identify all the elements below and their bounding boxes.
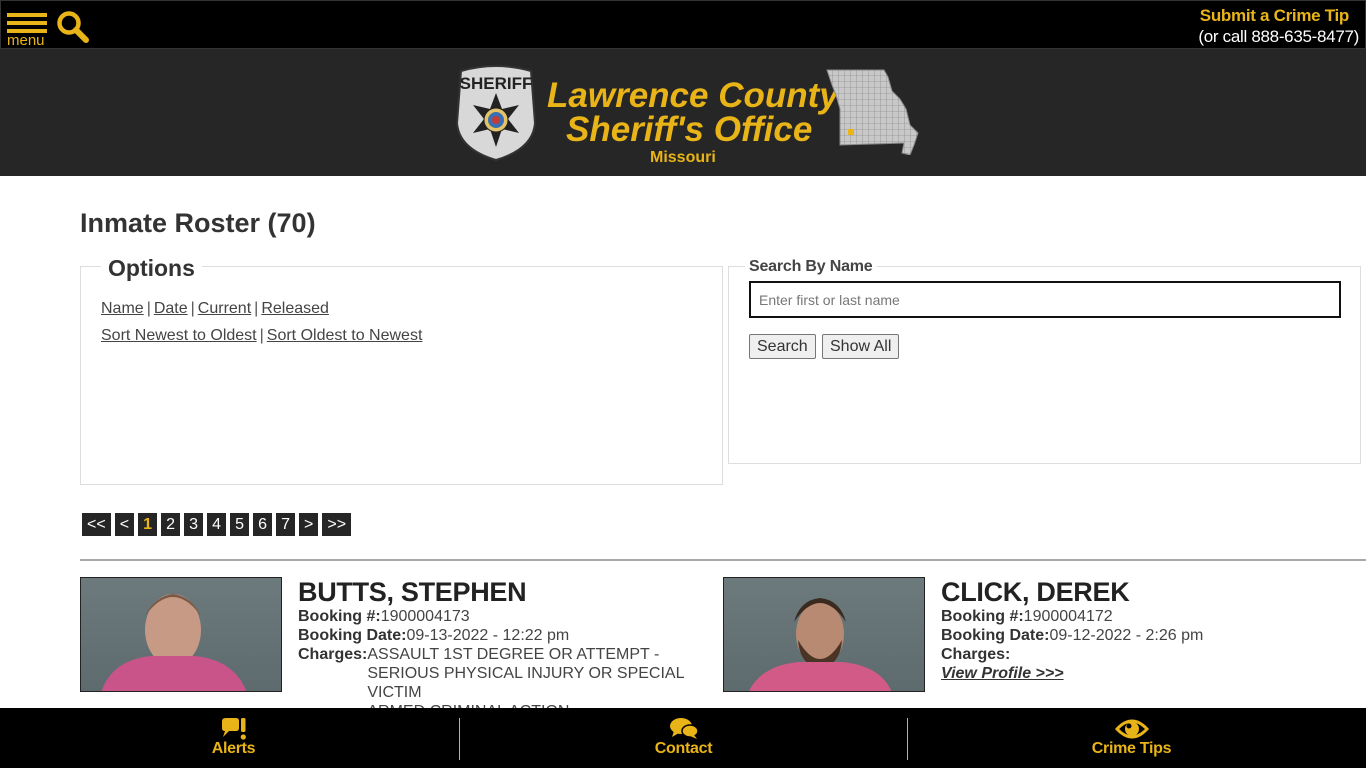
booking-date-label: Booking Date: bbox=[941, 627, 1050, 644]
filter-current-link[interactable]: Current bbox=[198, 300, 251, 317]
filter-date-link[interactable]: Date bbox=[154, 300, 188, 317]
menu-label: menu bbox=[7, 32, 45, 49]
inmate-photo[interactable] bbox=[80, 577, 282, 692]
nav-alerts[interactable]: Alerts bbox=[6, 708, 461, 768]
separator: | bbox=[190, 300, 195, 317]
site-banner: SHERIFF Lawrence County Sheriff's Office… bbox=[0, 49, 1366, 176]
charges-row: Charges: bbox=[941, 645, 1361, 664]
nav-crime-tips[interactable]: Crime Tips bbox=[904, 708, 1359, 768]
booking-date-row: Booking Date: 09-12-2022 - 2:26 pm bbox=[941, 626, 1361, 645]
top-bar: menu Submit a Crime Tip (or call 888-635… bbox=[0, 0, 1366, 49]
menu-button[interactable]: menu bbox=[7, 11, 49, 49]
missouri-map-icon bbox=[826, 69, 919, 155]
alert-bubble-icon bbox=[222, 718, 246, 740]
booking-number: 1900004172 bbox=[1023, 608, 1113, 625]
page-5-button[interactable]: 5 bbox=[230, 513, 250, 536]
booking-number-row: Booking #: 1900004172 bbox=[941, 607, 1361, 626]
site-state: Missouri bbox=[650, 149, 716, 166]
page-1-button[interactable]: 1 bbox=[138, 513, 158, 536]
search-button[interactable] bbox=[56, 10, 90, 44]
inmate-photo[interactable] bbox=[723, 577, 925, 692]
tip-phone: (or call 888-635-8477) bbox=[1198, 27, 1359, 46]
chat-bubbles-icon bbox=[670, 718, 699, 739]
site-title-line1: Lawrence County bbox=[547, 76, 839, 115]
hamburger-icon bbox=[7, 13, 47, 17]
booking-date-row: Booking Date: 09-13-2022 - 12:22 pm bbox=[298, 626, 718, 645]
separator: | bbox=[254, 300, 259, 317]
sort-newest-link[interactable]: Sort Newest to Oldest bbox=[101, 327, 257, 344]
prev-page-button[interactable]: < bbox=[114, 513, 135, 536]
hamburger-icon-bar bbox=[7, 21, 47, 25]
eye-icon bbox=[1115, 719, 1149, 739]
filter-released-link[interactable]: Released bbox=[261, 300, 329, 317]
first-page-button[interactable]: << bbox=[82, 513, 111, 536]
page-3-button[interactable]: 3 bbox=[184, 513, 204, 536]
charges-label: Charges: bbox=[941, 646, 1011, 663]
booking-number-label: Booking #: bbox=[298, 608, 381, 625]
sheriff-badge-logo[interactable]: SHERIFF bbox=[455, 63, 537, 161]
options-legend: Options bbox=[101, 255, 202, 282]
booking-date: 09-13-2022 - 12:22 pm bbox=[406, 627, 570, 644]
bottom-nav: Alerts Contact Crime Tips bbox=[0, 708, 1366, 768]
booking-date-label: Booking Date: bbox=[298, 627, 407, 644]
page-2-button[interactable]: 2 bbox=[161, 513, 181, 536]
booking-number-label: Booking #: bbox=[941, 608, 1024, 625]
next-page-button[interactable]: > bbox=[299, 513, 319, 536]
sort-oldest-link[interactable]: Sort Oldest to Newest bbox=[267, 327, 423, 344]
mugshot-image bbox=[101, 594, 247, 691]
search-panel: Search By Name Search Show All bbox=[728, 258, 1361, 464]
nav-contact[interactable]: Contact bbox=[456, 708, 911, 768]
show-all-button[interactable]: Show All bbox=[822, 334, 900, 359]
crime-tip-link[interactable]: Submit a Crime Tip (or call 888-635-8477… bbox=[1198, 6, 1359, 48]
options-panel: Options Name | Date | Current | Released Sort … bbox=[80, 255, 723, 485]
name-search-input[interactable] bbox=[749, 281, 1341, 318]
booking-number: 1900004173 bbox=[380, 608, 470, 625]
submit-crime-tip[interactable]: Submit a Crime Tip bbox=[1198, 6, 1350, 26]
nav-contact-label: Contact bbox=[654, 740, 713, 757]
search-button[interactable]: Search bbox=[749, 334, 816, 359]
search-legend: Search By Name bbox=[745, 258, 877, 276]
site-title-line2: Sheriff's Office bbox=[566, 110, 813, 149]
sort-links: Sort Newest to Oldest | Sort Oldest to New… bbox=[101, 322, 422, 349]
inmate-name[interactable]: CLICK, DEREK bbox=[941, 577, 1361, 607]
inmate-name[interactable]: BUTTS, STEPHEN bbox=[298, 577, 718, 607]
last-page-button[interactable]: >> bbox=[322, 513, 352, 536]
filter-name-link[interactable]: Name bbox=[101, 300, 144, 317]
booking-number-row: Booking #: 1900004173 bbox=[298, 607, 718, 626]
nav-crime-tips-label: Crime Tips bbox=[1091, 740, 1172, 757]
divider bbox=[80, 559, 1366, 561]
mugshot-image bbox=[749, 598, 892, 691]
page-title: Inmate Roster (70) bbox=[80, 208, 316, 238]
separator: | bbox=[259, 327, 264, 344]
search-icon bbox=[57, 11, 89, 43]
badge-text: SHERIFF bbox=[460, 74, 533, 93]
page-6-button[interactable]: 6 bbox=[253, 513, 273, 536]
charge-item: ASSAULT 1ST DEGREE OR ATTEMPT - SERIOUS … bbox=[367, 646, 684, 701]
view-profile-link[interactable]: View Profile >>> bbox=[941, 664, 1361, 683]
separator: | bbox=[146, 300, 151, 317]
pagination: << < 1 2 3 4 5 6 7 > >> bbox=[82, 513, 352, 536]
page-4-button[interactable]: 4 bbox=[207, 513, 227, 536]
nav-alerts-label: Alerts bbox=[211, 740, 256, 757]
page-7-button[interactable]: 7 bbox=[276, 513, 296, 536]
filter-links: Name | Date | Current | Released bbox=[101, 295, 422, 322]
booking-date: 09-12-2022 - 2:26 pm bbox=[1049, 627, 1204, 644]
